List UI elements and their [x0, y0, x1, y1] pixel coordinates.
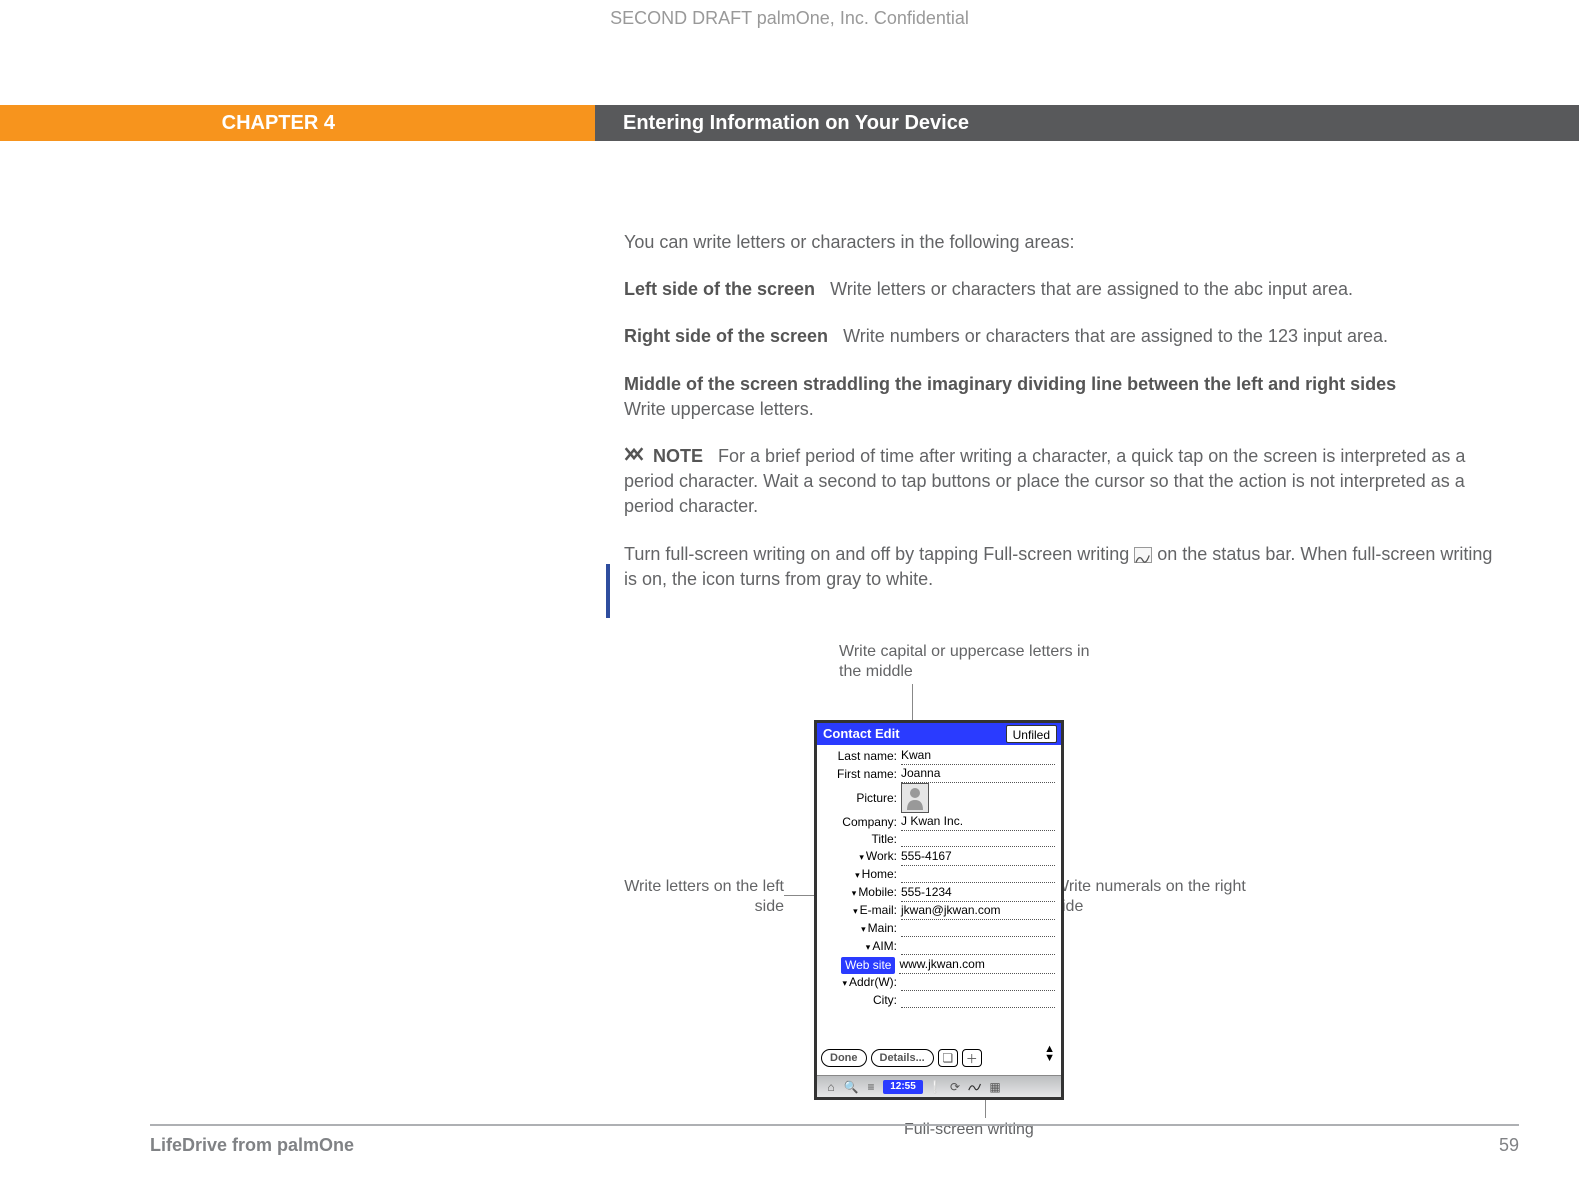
chapter-banner: CHAPTER 4 Entering Information on Your D… [0, 105, 1579, 141]
right-side-para: Right side of the screen Write numbers o… [624, 324, 1504, 349]
right-side-text: Write numbers or characters that are ass… [843, 326, 1388, 346]
category-picker[interactable]: Unfiled [1006, 725, 1057, 743]
menu-icon[interactable]: ≡ [863, 1079, 879, 1095]
first-name-field[interactable]: Joanna [901, 765, 1055, 783]
clock[interactable]: 12:55 [883, 1080, 923, 1094]
note-para: NOTE For a brief period of time after wr… [624, 444, 1504, 520]
footer-product: LifeDrive from palmOne [150, 1135, 354, 1156]
leader-line [784, 895, 814, 896]
done-button[interactable]: Done [821, 1049, 867, 1067]
home-field[interactable] [901, 868, 1055, 883]
callout-bottom: Full-screen writing [904, 1120, 1124, 1140]
change-bar [606, 564, 610, 618]
details-button[interactable]: Details... [871, 1049, 934, 1067]
body-content: You can write letters or characters in t… [624, 230, 1504, 614]
email-field[interactable]: jkwan@jkwan.com [901, 902, 1055, 920]
input-area-icon[interactable]: ▦ [987, 1079, 1003, 1095]
middle-text: Write uppercase letters. [624, 399, 814, 419]
device-statusbar: ⌂ 🔍 ≡ 12:55 ❕ ⟳ ▦ [817, 1075, 1061, 1097]
field-label: Company: [823, 814, 901, 831]
device-button-row: Done Details... ❏ ＋ [821, 1049, 982, 1067]
field-label[interactable]: Mobile: [823, 884, 901, 902]
field-label[interactable]: Web site [841, 957, 895, 974]
city-field[interactable] [901, 993, 1055, 1008]
mobile-field[interactable]: 555-1234 [901, 884, 1055, 902]
field-label[interactable]: E-mail: [823, 902, 901, 920]
note-icon [624, 444, 644, 469]
callout-right: Write numerals on the right side [1054, 877, 1274, 917]
find-icon[interactable]: 🔍 [843, 1079, 859, 1095]
intro-text: You can write letters or characters in t… [624, 230, 1504, 255]
field-label[interactable]: AIM: [823, 938, 901, 956]
device-title-text: Contact Edit [823, 726, 900, 741]
field-label: Title: [823, 831, 901, 848]
field-label[interactable]: Work: [823, 848, 901, 866]
middle-para: Middle of the screen straddling the imag… [624, 372, 1504, 422]
field-label: Last name: [823, 748, 901, 765]
picture-placeholder[interactable] [901, 783, 929, 813]
confidential-header: SECOND DRAFT palmOne, Inc. Confidential [0, 8, 1579, 29]
field-label[interactable]: Main: [823, 920, 901, 938]
left-side-para: Left side of the screen Write letters or… [624, 277, 1504, 302]
device-figure: Write capital or uppercase letters in th… [624, 642, 1504, 1162]
add-button[interactable]: ＋ [962, 1049, 982, 1067]
field-label: First name: [823, 766, 901, 783]
device-titlebar: Contact Edit Unfiled [817, 723, 1061, 745]
chapter-label: CHAPTER 4 [0, 105, 595, 141]
work-field[interactable]: 555-4167 [901, 848, 1055, 866]
note-text: For a brief period of time after writing… [624, 446, 1465, 516]
left-side-text: Write letters or characters that are ass… [830, 279, 1353, 299]
callout-top: Write capital or uppercase letters in th… [839, 642, 1099, 682]
addr-field[interactable] [901, 976, 1055, 991]
device-body: Last name:Kwan First name:Joanna Picture… [817, 745, 1061, 1053]
field-label: Picture: [823, 790, 901, 807]
website-field[interactable]: www.jkwan.com [899, 956, 1055, 974]
alert-icon[interactable]: ❕ [927, 1079, 943, 1095]
fullscreen-para: Turn full-screen writing on and off by t… [624, 542, 1504, 592]
chapter-title: Entering Information on Your Device [595, 105, 1579, 141]
field-label[interactable]: Home: [823, 866, 901, 884]
screen-rotate-icon[interactable]: ⟳ [947, 1079, 963, 1095]
footer-page: 59 [1499, 1135, 1519, 1156]
field-label[interactable]: Addr(W): [823, 974, 901, 992]
note-label: NOTE [653, 446, 703, 466]
left-side-label: Left side of the screen [624, 279, 815, 299]
fs-pre: Turn full-screen writing on and off by t… [624, 544, 1134, 564]
device-screenshot: Contact Edit Unfiled Last name:Kwan Firs… [814, 720, 1064, 1100]
field-label: City: [823, 992, 901, 1009]
callout-left: Write letters on the left side [624, 877, 784, 917]
scroll-arrows[interactable]: ▲▼ [1044, 1045, 1055, 1063]
home-icon[interactable]: ⌂ [823, 1079, 839, 1095]
aim-field[interactable] [901, 940, 1055, 955]
note-button[interactable]: ❏ [938, 1049, 958, 1067]
footer-rule [150, 1124, 1519, 1126]
fullscreen-writing-icon[interactable] [967, 1079, 983, 1095]
main-field[interactable] [901, 922, 1055, 937]
middle-label: Middle of the screen straddling the imag… [624, 374, 1396, 394]
title-field[interactable] [901, 832, 1055, 847]
right-side-label: Right side of the screen [624, 326, 828, 346]
leader-line [985, 1098, 986, 1118]
fullscreen-writing-icon [1134, 547, 1152, 563]
last-name-field[interactable]: Kwan [901, 747, 1055, 765]
company-field[interactable]: J Kwan Inc. [901, 813, 1055, 831]
